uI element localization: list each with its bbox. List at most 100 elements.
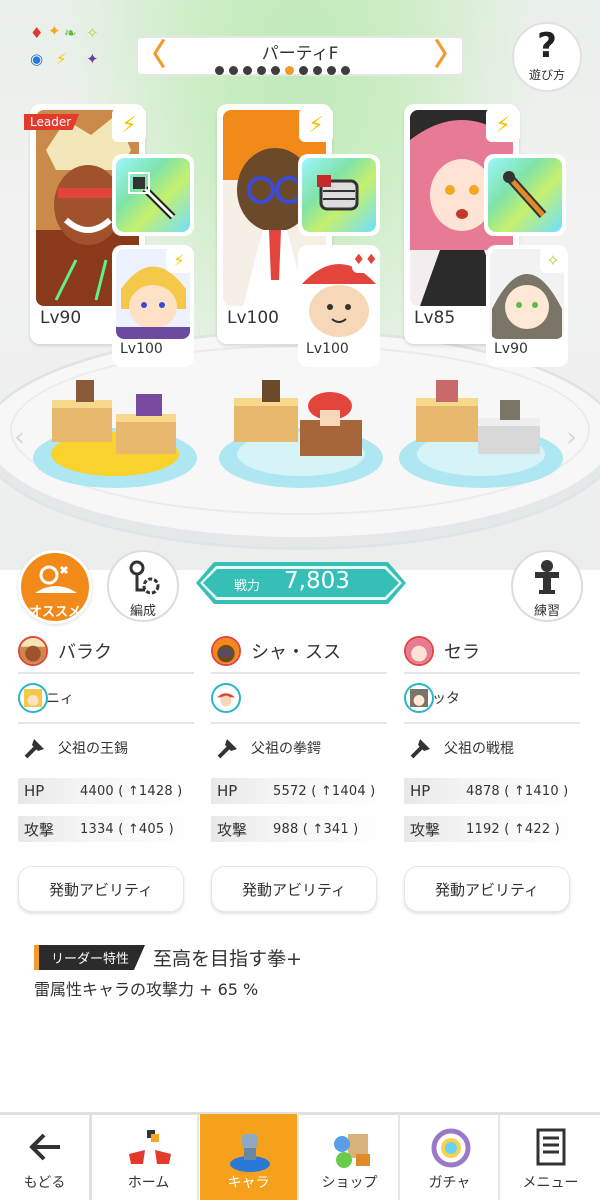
- hp-value: 4400 ( ↑1428 ): [80, 783, 183, 799]
- character-name: シャ・スス: [251, 642, 341, 663]
- attack-label: 攻撃: [410, 820, 441, 839]
- leader-skill-description: 雷属性キャラの攻撃力 + 65 %: [34, 980, 259, 999]
- nav-menu-label: メニュー: [522, 1175, 579, 1191]
- page-dot[interactable]: [341, 66, 350, 75]
- character-level: Lv85: [414, 308, 456, 328]
- hp-value: 5572 ( ↑1404 ): [273, 783, 376, 799]
- formation-label: 編成: [129, 604, 156, 619]
- shop-icon: [334, 1134, 370, 1168]
- sub-character-card-2[interactable]: ♦♦ Lv100: [298, 245, 380, 367]
- weapon-slot-1[interactable]: [112, 154, 194, 236]
- training-dummy-icon: [535, 560, 559, 594]
- hp-stat: HP 4878 ( ↑1410 ): [404, 778, 580, 804]
- character-name: セラ: [444, 642, 480, 663]
- scroll-right-arrow-icon[interactable]: ›: [566, 420, 577, 453]
- page-dot[interactable]: [229, 66, 238, 75]
- home-icon: [129, 1130, 171, 1164]
- hp-label: HP: [410, 782, 431, 800]
- back-label: もどる: [23, 1175, 66, 1191]
- dark-element-icon: ✦: [86, 50, 99, 68]
- weapon-row[interactable]: 父祖の戦棍: [404, 724, 580, 772]
- combat-power-display: 戦力 7,803: [196, 562, 406, 604]
- hp-stat: HP 5572 ( ↑1404 ): [211, 778, 387, 804]
- training-button[interactable]: 練習: [511, 550, 583, 622]
- help-label: 遊び方: [528, 68, 565, 82]
- nav-home[interactable]: ホーム: [100, 1114, 199, 1200]
- back-button[interactable]: もどる: [0, 1112, 92, 1200]
- sub-character-card-1[interactable]: ⚡ Lv100: [112, 245, 194, 367]
- leader-badge: Leader: [24, 114, 80, 130]
- page-dot[interactable]: [271, 66, 280, 75]
- page-dot[interactable]: [215, 66, 224, 75]
- weapon-row[interactable]: 父祖の拳鍔: [211, 724, 387, 772]
- pedestal-2: [219, 380, 383, 488]
- ability-button-3[interactable]: 発動アビリティ: [404, 866, 570, 912]
- mace-icon: [488, 158, 562, 232]
- ability-button-2[interactable]: 発動アビリティ: [211, 866, 377, 912]
- sub-character-avatar: [211, 683, 241, 713]
- sub-character-card-3[interactable]: ✧ Lv90: [486, 245, 568, 367]
- attack-stat: 攻撃 1192 ( ↑422 ): [404, 816, 580, 842]
- page-dot[interactable]: [257, 66, 266, 75]
- power-label: 戦力: [234, 579, 261, 594]
- sub-character-row[interactable]: バレッタ: [404, 674, 580, 724]
- nav-menu[interactable]: メニュー: [501, 1114, 600, 1200]
- party-title: パーティF: [261, 43, 339, 64]
- recommend-icon: [35, 565, 77, 593]
- ability-button-1[interactable]: 発動アビリティ: [18, 866, 184, 912]
- power-value: 7,803: [284, 568, 350, 594]
- water-element-icon: ◉: [30, 50, 44, 68]
- nav-shop[interactable]: ショップ: [301, 1114, 400, 1200]
- attack-value: 1192 ( ↑422 ): [466, 821, 560, 837]
- weapon-icon: [217, 739, 237, 759]
- scroll-left-arrow-icon[interactable]: ‹: [14, 420, 25, 453]
- leader-skill-title: 至高を目指す拳+: [153, 948, 302, 970]
- character-level: Lv100: [227, 308, 279, 328]
- weapon-slot-3[interactable]: [484, 154, 566, 236]
- next-party-arrow-icon[interactable]: 〉: [434, 41, 464, 71]
- help-button[interactable]: ? 遊び方: [512, 22, 582, 92]
- question-icon: ?: [537, 26, 557, 66]
- star-element-icon: ✧: [540, 247, 566, 273]
- sub-character-row[interactable]: ホーニィ: [18, 674, 194, 724]
- nav-chara-label: キャラ: [227, 1175, 270, 1191]
- character-name: バラク: [58, 642, 112, 663]
- fire-element-icon: ♦: [30, 24, 44, 42]
- page-dot[interactable]: [243, 66, 252, 75]
- character-row[interactable]: セラ: [404, 630, 580, 674]
- attack-stat: 攻撃 1334 ( ↑405 ): [18, 816, 194, 842]
- training-label: 練習: [533, 604, 560, 619]
- page-dot[interactable]: [327, 66, 336, 75]
- thunder-element-icon: ⚡: [56, 50, 67, 68]
- character-icon: [230, 1134, 270, 1172]
- page-dot[interactable]: [299, 66, 308, 75]
- attack-value: 1334 ( ↑405 ): [80, 821, 174, 837]
- page-dot-active[interactable]: [285, 66, 294, 75]
- recommend-button[interactable]: オススメ: [18, 550, 92, 624]
- nav-chara[interactable]: キャラ: [200, 1114, 299, 1200]
- character-row[interactable]: バラク: [18, 630, 194, 674]
- hp-label: HP: [24, 782, 45, 800]
- weapon-name: 父祖の戦棍: [444, 741, 514, 757]
- prev-party-arrow-icon[interactable]: 〈: [136, 41, 166, 71]
- sub-character-row[interactable]: キノ: [211, 674, 387, 724]
- element-icons: ♦ ✦ ❧ ✧ ◉ ⚡ ✦: [28, 22, 108, 74]
- weapon-name: 父祖の拳鍔: [251, 741, 321, 757]
- page-dot[interactable]: [313, 66, 322, 75]
- star-element-icon: ✧: [86, 24, 99, 42]
- character-avatar: [404, 636, 434, 666]
- formation-button[interactable]: 編成: [107, 550, 179, 622]
- member-stats-1: バラク ホーニィ 父祖の王錫 HP 4400 ( ↑1428 ) 攻撃 1334 (…: [18, 630, 194, 842]
- hp-label: HP: [217, 782, 238, 800]
- attack-label: 攻撃: [217, 820, 248, 839]
- weapon-row[interactable]: 父祖の王錫: [18, 724, 194, 772]
- nav-gacha-label: ガチャ: [428, 1175, 471, 1191]
- weapon-slot-2[interactable]: [298, 154, 380, 236]
- gauntlet-icon: [302, 158, 376, 232]
- recommend-label: オススメ: [28, 605, 81, 620]
- character-row[interactable]: シャ・スス: [211, 630, 387, 674]
- sub-character-avatar: [404, 683, 434, 713]
- back-arrow-icon: [29, 1133, 60, 1161]
- leader-skill-tag: リーダー特性: [34, 945, 146, 970]
- nav-gacha[interactable]: ガチャ: [401, 1114, 500, 1200]
